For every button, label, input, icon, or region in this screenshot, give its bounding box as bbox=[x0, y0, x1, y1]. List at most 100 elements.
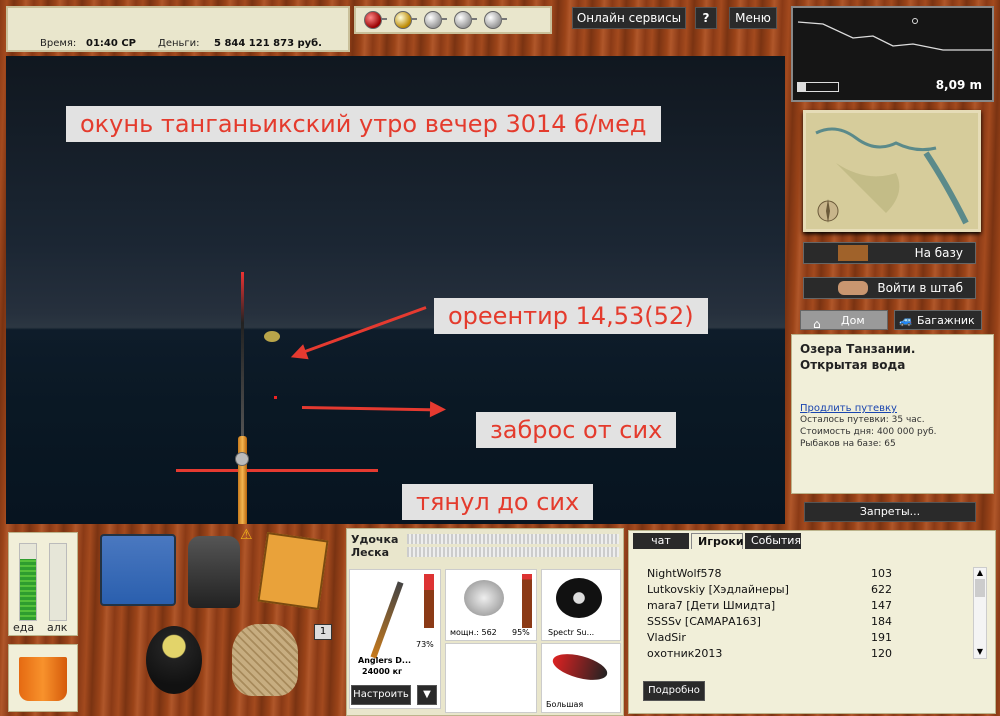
fishing-rod-icon bbox=[241, 272, 244, 442]
lake-map[interactable] bbox=[803, 110, 981, 232]
scroll-down-icon: ▼ bbox=[976, 647, 984, 656]
reel-percent: 95% bbox=[512, 628, 530, 637]
pull-line bbox=[176, 469, 378, 472]
player-name: Lutkovskiy [Хэдлайнеры] bbox=[647, 583, 789, 596]
tab-chat[interactable]: чат bbox=[633, 533, 689, 549]
tab-trunk[interactable]: 🚙 Багажник bbox=[894, 310, 982, 330]
gauges-panel: еда алк bbox=[8, 532, 78, 636]
food-gauge bbox=[19, 543, 37, 621]
reel-icon bbox=[235, 452, 249, 466]
line-slot[interactable]: Spectr Su... bbox=[541, 569, 621, 641]
reel-icon bbox=[464, 580, 504, 616]
setup-button[interactable]: Настроить bbox=[351, 685, 411, 705]
warning-icon: ⚠ bbox=[240, 527, 253, 543]
time-label: Время: bbox=[40, 38, 77, 49]
day-cost: Стоимость дня: 400 000 руб. bbox=[800, 427, 937, 437]
online-services-button[interactable]: Онлайн сервисы bbox=[572, 7, 686, 29]
house-icon bbox=[838, 245, 868, 261]
rod-weight: 24000 кг bbox=[362, 667, 403, 676]
cast-annotation: заброс от сих bbox=[476, 412, 677, 448]
player-score: 103 bbox=[871, 567, 892, 580]
rod-percent: 73% bbox=[416, 640, 434, 649]
rod-wear-bar bbox=[424, 574, 434, 628]
lure-slot[interactable]: Большая bbox=[541, 643, 621, 713]
to-base-button[interactable]: На базу bbox=[803, 242, 976, 264]
player-name: NightWolf578 bbox=[647, 567, 722, 580]
tab-events[interactable]: События bbox=[745, 533, 801, 549]
tackle-box-icon[interactable] bbox=[100, 534, 176, 606]
details-button[interactable]: Подробно bbox=[643, 681, 705, 701]
cast-arrow bbox=[301, 406, 443, 412]
lure-name: Большая bbox=[546, 700, 584, 709]
lure-icon bbox=[550, 649, 610, 685]
status-panel: Время: 01:40 СР Деньги: 5 844 121 873 ру… bbox=[6, 6, 350, 52]
landmark-arrow bbox=[293, 306, 427, 357]
reel-power: мощн.: 562 bbox=[450, 628, 497, 637]
help-button[interactable]: ? bbox=[695, 7, 717, 29]
alcohol-label: алк bbox=[47, 621, 68, 634]
scrollbar[interactable]: ▲ ▼ bbox=[973, 567, 987, 659]
bait-slot-icon[interactable] bbox=[484, 11, 507, 29]
rod-strain-label: Удочка bbox=[351, 533, 399, 546]
scroll-up-icon: ▲ bbox=[976, 568, 984, 577]
fish-annotation: окунь танганьикский утро вечер 3014 б/ме… bbox=[66, 106, 661, 142]
rod-handle bbox=[238, 436, 247, 524]
player-score: 184 bbox=[871, 615, 892, 628]
empty-slot[interactable] bbox=[445, 643, 537, 713]
float-marker bbox=[264, 331, 280, 342]
players-panel: чат Игроки События NightWolf578 103 Lutkov… bbox=[628, 530, 996, 714]
tab-players[interactable]: Игроки bbox=[691, 533, 744, 549]
money-label: Деньги: bbox=[158, 38, 200, 49]
player-score: 147 bbox=[871, 599, 892, 612]
line-name: Spectr Su... bbox=[548, 628, 595, 637]
people-icon bbox=[838, 281, 868, 295]
player-name: охотник2013 bbox=[647, 647, 723, 660]
bait-slot-icon[interactable] bbox=[394, 11, 417, 29]
fishing-scene[interactable]: окунь танганьикский утро вечер 3014 б/ме… bbox=[6, 56, 785, 524]
player-name: SSSSv [САМАРА163] bbox=[647, 615, 761, 628]
alcohol-gauge bbox=[49, 543, 67, 621]
line-strain-label: Леска bbox=[351, 546, 390, 559]
food-label: еда bbox=[13, 621, 35, 634]
location-line1: Озера Танзании. bbox=[800, 342, 916, 356]
keepnet-icon[interactable] bbox=[232, 624, 298, 696]
home-icon: ⌂ bbox=[813, 317, 821, 331]
player-score: 622 bbox=[871, 583, 892, 596]
rod-strain-bar bbox=[407, 534, 619, 544]
battery-icon bbox=[797, 82, 839, 92]
tab-home[interactable]: ⌂ Дом bbox=[800, 310, 888, 331]
backpack-icon[interactable] bbox=[188, 536, 240, 608]
item-count-badge: 1 bbox=[314, 624, 332, 640]
menu-button[interactable]: Меню bbox=[729, 7, 777, 29]
pull-annotation: тянул до сих bbox=[402, 484, 594, 520]
notebook-icon[interactable] bbox=[257, 532, 329, 610]
permit-remaining: Осталось путевки: 35 час. bbox=[800, 415, 925, 425]
player-list: NightWolf578 103 Lutkovskiy [Хэдлайнеры] 62… bbox=[629, 567, 969, 661]
player-name: mara7 [Дети Шмидта] bbox=[647, 599, 776, 612]
setup-dropdown-button[interactable]: ▼ bbox=[417, 685, 437, 705]
reel-wear-bar bbox=[522, 574, 532, 628]
depth-profile-chart bbox=[797, 18, 992, 51]
car-icon: 🚙 bbox=[899, 314, 913, 327]
scroll-thumb[interactable] bbox=[975, 579, 985, 597]
reel-slot[interactable]: мощн.: 562 95% bbox=[445, 569, 537, 641]
time-value: 01:40 СР bbox=[86, 38, 136, 49]
bait-slot-icon[interactable] bbox=[364, 11, 387, 29]
bait-slot-icon[interactable] bbox=[424, 11, 447, 29]
player-score: 120 bbox=[871, 647, 892, 660]
fishers-count: Рыбаков на базе: 65 bbox=[800, 439, 896, 449]
landmark-annotation: ореентир 14,53(52) bbox=[434, 298, 708, 334]
cauldron-icon[interactable] bbox=[146, 626, 202, 694]
location-info: Озера Танзании. Открытая вода Продлить п… bbox=[791, 334, 994, 494]
extend-permit-link[interactable]: Продлить путевку bbox=[800, 403, 985, 414]
player-name: VladSir bbox=[647, 631, 686, 644]
bucket-slot[interactable] bbox=[8, 644, 78, 712]
enter-hq-button[interactable]: Войти в штаб bbox=[803, 277, 976, 299]
player-score: 191 bbox=[871, 631, 892, 644]
bait-slot-icon[interactable] bbox=[454, 11, 477, 29]
bait-slots bbox=[354, 6, 552, 34]
location-line2: Открытая вода bbox=[800, 358, 906, 372]
map-icon bbox=[806, 113, 978, 229]
money-value: 5 844 121 873 руб. bbox=[214, 38, 322, 49]
bans-button[interactable]: Запреты... bbox=[804, 502, 976, 522]
